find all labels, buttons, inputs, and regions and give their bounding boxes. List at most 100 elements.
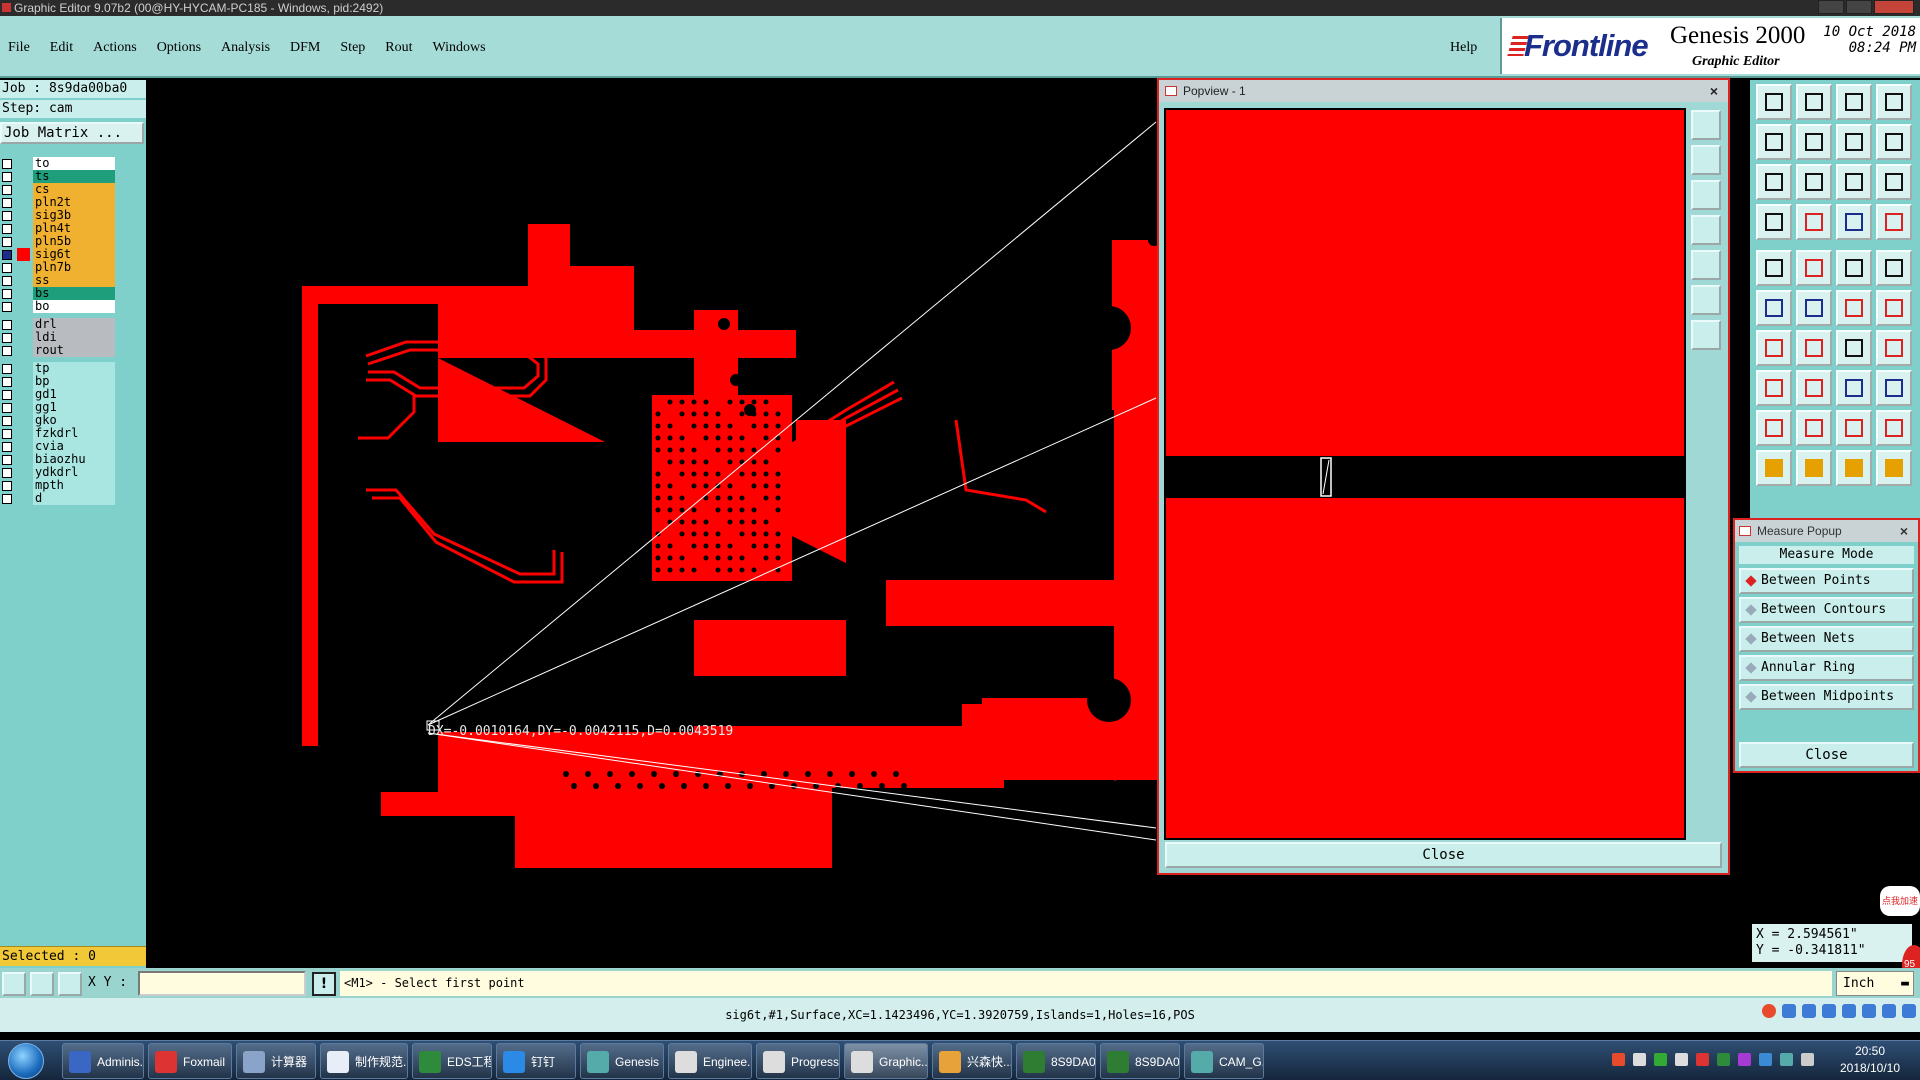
layer-checkbox[interactable] <box>2 390 12 400</box>
layer-checkbox[interactable] <box>2 172 12 182</box>
layer-checkbox[interactable] <box>2 198 12 208</box>
minimize-button[interactable] <box>1818 0 1844 14</box>
layer-checkbox[interactable] <box>2 250 12 260</box>
pan-icon[interactable] <box>1796 164 1832 200</box>
pick-icon[interactable] <box>1796 450 1832 486</box>
layer-name[interactable]: d <box>33 492 115 505</box>
line-cut-icon[interactable] <box>1796 370 1832 406</box>
layer-checkbox[interactable] <box>2 481 12 491</box>
snap-icon[interactable] <box>1756 204 1792 240</box>
measure-option-between-points[interactable]: Between Points <box>1739 568 1914 594</box>
redo-view-icon[interactable] <box>1796 124 1832 160</box>
zoom-all-icon[interactable] <box>1876 124 1912 160</box>
layer-checkbox[interactable] <box>2 276 12 286</box>
layer-checkbox[interactable] <box>2 468 12 478</box>
ime-punct-icon[interactable] <box>1802 1004 1816 1018</box>
measure-icon[interactable] <box>30 972 54 996</box>
layer-checkbox[interactable] <box>2 442 12 452</box>
ime-lang-icon[interactable] <box>1782 1004 1796 1018</box>
popview-pan-left-icon[interactable] <box>1691 215 1721 245</box>
menu-file[interactable]: File <box>8 40 30 56</box>
popview-close-button[interactable]: Close <box>1165 842 1722 868</box>
measure-option-between-nets[interactable]: Between Nets <box>1739 626 1914 652</box>
scale-1-2-icon[interactable] <box>1836 164 1872 200</box>
menu-windows[interactable]: Windows <box>433 40 486 56</box>
route-icon[interactable] <box>1836 290 1872 326</box>
layer-checkbox[interactable] <box>2 403 12 413</box>
text-d-icon[interactable] <box>1876 410 1912 446</box>
layer-checkbox[interactable] <box>2 224 12 234</box>
layer-checkbox[interactable] <box>2 346 12 356</box>
open-step-icon[interactable] <box>1756 84 1792 120</box>
popview-pan-right-icon[interactable] <box>1691 250 1721 280</box>
measure-option-between-midpoints[interactable]: Between Midpoints <box>1739 684 1914 710</box>
popview-zoom-area-icon[interactable] <box>1691 285 1721 315</box>
green-tray-icon[interactable] <box>1717 1053 1730 1066</box>
layer-checkbox[interactable] <box>2 211 12 221</box>
menu-rout[interactable]: Rout <box>385 40 412 56</box>
ime-skin-icon[interactable] <box>1882 1004 1896 1018</box>
speedup-balloon[interactable]: 点我加速 <box>1880 886 1920 916</box>
taskbar-item[interactable]: 8S9DA0... <box>1016 1043 1096 1079</box>
text-a-icon[interactable] <box>1756 410 1792 446</box>
flag-icon[interactable] <box>1801 1053 1814 1066</box>
net-tools-icon[interactable] <box>1876 204 1912 240</box>
taskbar-item[interactable]: CAM_G... <box>1184 1043 1264 1079</box>
help-icon[interactable] <box>1876 164 1912 200</box>
grid-icon[interactable] <box>58 972 82 996</box>
taskbar-item[interactable]: 计算器 <box>236 1043 316 1079</box>
pin-icon[interactable] <box>1796 204 1832 240</box>
layer-row-rout[interactable]: rout <box>0 343 120 358</box>
connect-icon[interactable] <box>1876 330 1912 366</box>
select-icon[interactable] <box>1756 450 1792 486</box>
popview-center-icon[interactable] <box>1691 320 1721 350</box>
taskbar-item[interactable]: 兴森快... <box>932 1043 1012 1079</box>
rotate-icon[interactable] <box>1876 290 1912 326</box>
layer-color-swatch[interactable] <box>17 492 30 505</box>
ime-keyboard-icon[interactable] <box>1862 1004 1876 1018</box>
start-button[interactable] <box>8 1043 44 1079</box>
angle-icon[interactable] <box>1756 330 1792 366</box>
taskbar-item[interactable]: Graphic... <box>844 1043 928 1079</box>
taskbar-item[interactable]: Genesis <box>580 1043 664 1079</box>
layer-name[interactable]: rout <box>33 344 115 357</box>
zoom-fit-icon[interactable] <box>1756 164 1792 200</box>
arc-icon[interactable] <box>1836 330 1872 366</box>
move-pick-icon[interactable] <box>1836 450 1872 486</box>
layer-checkbox[interactable] <box>2 159 12 169</box>
text-b-icon[interactable] <box>1796 410 1832 446</box>
xy-input[interactable] <box>138 971 306 996</box>
add-pad-icon[interactable] <box>1756 250 1792 286</box>
layer-checkbox[interactable] <box>2 237 12 247</box>
menu-dfm[interactable]: DFM <box>290 40 320 56</box>
alert-icon[interactable]: ! <box>312 972 336 996</box>
taskbar-item[interactable]: 钉钉 <box>496 1043 576 1079</box>
taskbar-item[interactable]: Progress <box>756 1043 840 1079</box>
menu-options[interactable]: Options <box>157 40 201 56</box>
ime-tools-icon[interactable] <box>1902 1004 1916 1018</box>
layer-row-bo[interactable]: bo <box>0 299 120 314</box>
popview-zoom-out-icon[interactable] <box>1691 180 1721 210</box>
layer-checkbox[interactable] <box>2 320 12 330</box>
taskbar-item[interactable]: 8S9DA0... <box>1100 1043 1180 1079</box>
layer-color-swatch[interactable] <box>17 300 30 313</box>
tray-expand-icon[interactable] <box>1633 1053 1646 1066</box>
undo-view-icon[interactable] <box>1756 124 1792 160</box>
layer-row-d[interactable]: d <box>0 491 120 506</box>
menu-edit[interactable]: Edit <box>50 40 73 56</box>
measure-close-icon[interactable]: × <box>1900 520 1908 542</box>
menu-analysis[interactable]: Analysis <box>221 40 270 56</box>
job-matrix-button[interactable]: Job Matrix ... <box>0 122 144 144</box>
system-clock[interactable]: 20:50 2018/10/10 <box>1830 1043 1910 1077</box>
taskbar-item[interactable]: EDS工程... <box>412 1043 492 1079</box>
menu-actions[interactable]: Actions <box>93 40 137 56</box>
units-selector[interactable]: Inch ▬ <box>1836 971 1914 996</box>
layer-checkbox[interactable] <box>2 289 12 299</box>
net-select-icon[interactable] <box>1836 204 1872 240</box>
layer-checkbox[interactable] <box>2 429 12 439</box>
drc-icon[interactable] <box>1876 370 1912 406</box>
pad-mark-icon[interactable] <box>1756 370 1792 406</box>
taskbar-item[interactable]: Foxmail <box>148 1043 232 1079</box>
menu-step[interactable]: Step <box>340 40 365 56</box>
snap-mode-icon[interactable] <box>2 972 26 996</box>
